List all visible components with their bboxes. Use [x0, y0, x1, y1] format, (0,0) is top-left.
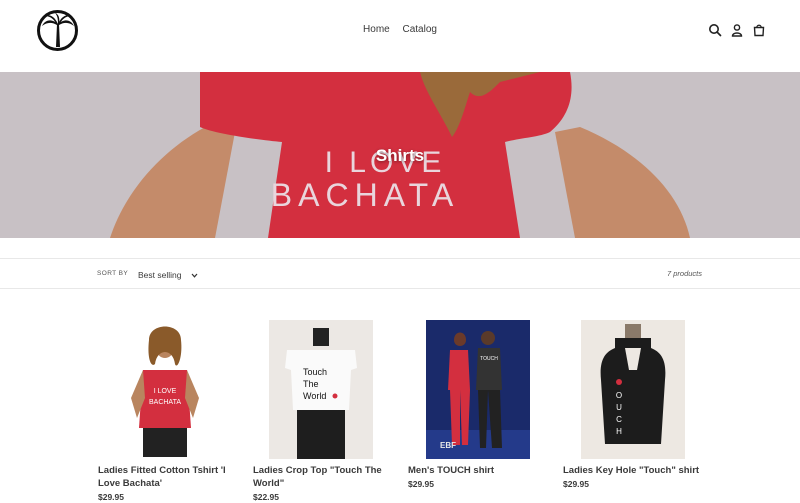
product-image[interactable]: I LOVE BACHATA	[113, 318, 217, 457]
nav-home[interactable]: Home	[363, 24, 390, 35]
svg-text:The: The	[303, 379, 319, 389]
svg-text:U: U	[616, 403, 622, 412]
svg-text:BACHATA: BACHATA	[149, 399, 181, 406]
product-image[interactable]: TOUCH EBF	[426, 320, 530, 459]
svg-text:O: O	[616, 391, 622, 400]
product-name[interactable]: Ladies Key Hole "Touch" shirt	[563, 465, 703, 478]
site-header: Home Catalog	[0, 0, 800, 72]
product-price: $29.95	[408, 479, 434, 489]
svg-text:EBF: EBF	[440, 441, 456, 450]
svg-text:World: World	[303, 391, 326, 401]
product-price: $29.95	[98, 492, 124, 502]
svg-text:C: C	[616, 415, 622, 424]
product-price: $29.95	[563, 479, 589, 489]
nav-catalog[interactable]: Catalog	[403, 24, 437, 35]
svg-text:H: H	[616, 427, 622, 436]
sort-bar: SORT BY Best selling 7 products	[0, 258, 800, 289]
product-name[interactable]: Men's TOUCH shirt	[408, 465, 548, 478]
product-count: 7 products	[666, 269, 702, 278]
main-nav: Home Catalog	[0, 24, 800, 35]
product-price: $22.95	[253, 492, 279, 502]
hero-shirt-line2: BACHATA	[271, 177, 459, 213]
sort-select[interactable]: Best selling	[134, 266, 202, 283]
svg-text:I LOVE: I LOVE	[154, 388, 177, 395]
product-image[interactable]: Touch The World	[269, 320, 373, 459]
product-name[interactable]: Ladies Fitted Cotton Tshirt 'I Love Bach…	[98, 465, 238, 490]
cart-icon[interactable]	[752, 23, 766, 37]
account-icon[interactable]	[730, 23, 744, 37]
svg-text:TOUCH: TOUCH	[480, 356, 498, 362]
sort-by-label: SORT BY	[97, 270, 129, 277]
sort-selected-value: Best selling	[138, 269, 182, 280]
chevron-down-icon	[191, 271, 198, 278]
product-name[interactable]: Ladies Crop Top "Touch The World"	[253, 465, 393, 490]
svg-text:Touch: Touch	[303, 367, 327, 377]
product-image[interactable]: O U C H	[581, 320, 685, 459]
header-icons	[708, 23, 766, 37]
search-icon[interactable]	[708, 23, 722, 37]
collection-title: Shirts	[375, 146, 425, 165]
collection-hero-banner: I LOVE BACHATA Shirts	[0, 72, 800, 238]
